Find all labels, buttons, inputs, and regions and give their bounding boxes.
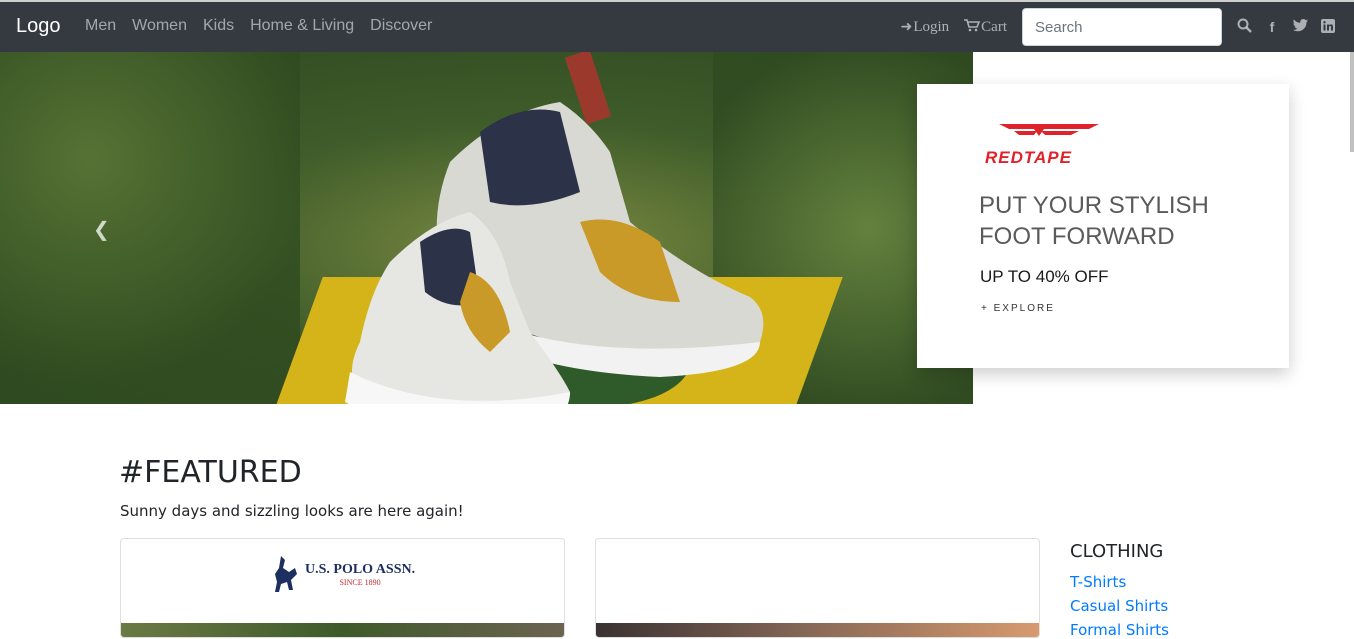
polo-logo: U.S. POLO ASSN. SINCE 1890 <box>273 554 415 594</box>
facebook-icon[interactable]: f <box>1258 19 1286 35</box>
promo-card[interactable]: REDTAPE PUT YOUR STYLISH FOOT FORWARD UP… <box>917 84 1289 368</box>
featured-card-polo[interactable]: U.S. POLO ASSN. SINCE 1890 <box>120 538 565 638</box>
nav-item-men[interactable]: Men <box>85 17 116 35</box>
card-image-top <box>596 623 1039 637</box>
search-icon[interactable] <box>1230 18 1258 36</box>
promo-headline-line-1: PUT YOUR STYLISH <box>979 192 1209 219</box>
featured-title: #FEATURED <box>119 455 302 490</box>
cart-icon <box>964 18 981 36</box>
sidebar-link-formal-shirts[interactable]: Formal Shirts <box>1070 621 1169 639</box>
featured-subtitle: Sunny days and sizzling looks are here a… <box>120 502 464 520</box>
nav-item-home-living[interactable]: Home & Living <box>250 17 354 35</box>
redtape-logo <box>999 124 1099 136</box>
sign-in-icon: ➜ <box>900 19 913 35</box>
nav-item-kids[interactable]: Kids <box>203 17 234 35</box>
hero-carousel: ❮ <box>0 52 973 404</box>
scrollbar[interactable] <box>1350 52 1354 152</box>
nav-links: Men Women Kids Home & Living Discover <box>85 17 448 35</box>
sidebar-title: CLOTHING <box>1070 541 1164 562</box>
nav-right: ➜ Login Cart f <box>901 2 1354 52</box>
hero-foliage-left <box>0 52 300 404</box>
navbar: Logo Men Women Kids Home & Living Discov… <box>0 0 1354 52</box>
sidebar-link-casual-shirts[interactable]: Casual Shirts <box>1070 597 1168 615</box>
nav-item-discover[interactable]: Discover <box>370 17 432 35</box>
promo-offer: UP TO 40% OFF <box>980 267 1109 286</box>
brand-logo[interactable]: Logo <box>16 15 61 38</box>
login-label: Login <box>913 18 950 35</box>
sidebar-link-tshirts[interactable]: T-Shirts <box>1070 573 1126 591</box>
login-link[interactable]: ➜ Login <box>901 19 950 36</box>
promo-headline-line-2: FOOT FORWARD <box>979 223 1175 250</box>
polo-brand-name: U.S. POLO ASSN. <box>305 561 416 577</box>
polo-horse-icon <box>275 556 297 592</box>
nav-item-women[interactable]: Women <box>132 17 187 35</box>
linkedin-icon[interactable] <box>1314 18 1342 36</box>
polo-since: SINCE 1890 <box>339 577 381 587</box>
explore-link[interactable]: + EXPLORE <box>981 303 1055 314</box>
promo-headline: PUT YOUR STYLISH FOOT FORWARD <box>979 190 1209 252</box>
featured-card-2[interactable] <box>595 538 1040 638</box>
promo-brand-name: REDTAPE <box>985 148 1072 167</box>
sneakers-image <box>345 102 764 404</box>
search-input[interactable] <box>1022 8 1222 46</box>
cart-link[interactable]: Cart <box>964 19 1007 36</box>
twitter-icon[interactable] <box>1286 19 1314 35</box>
chevron-left-icon[interactable]: ❮ <box>93 217 110 241</box>
cart-label: Cart <box>981 18 1007 35</box>
polo-text: U.S. POLO ASSN. SINCE 1890 <box>305 562 415 587</box>
card-image-top <box>121 623 564 637</box>
